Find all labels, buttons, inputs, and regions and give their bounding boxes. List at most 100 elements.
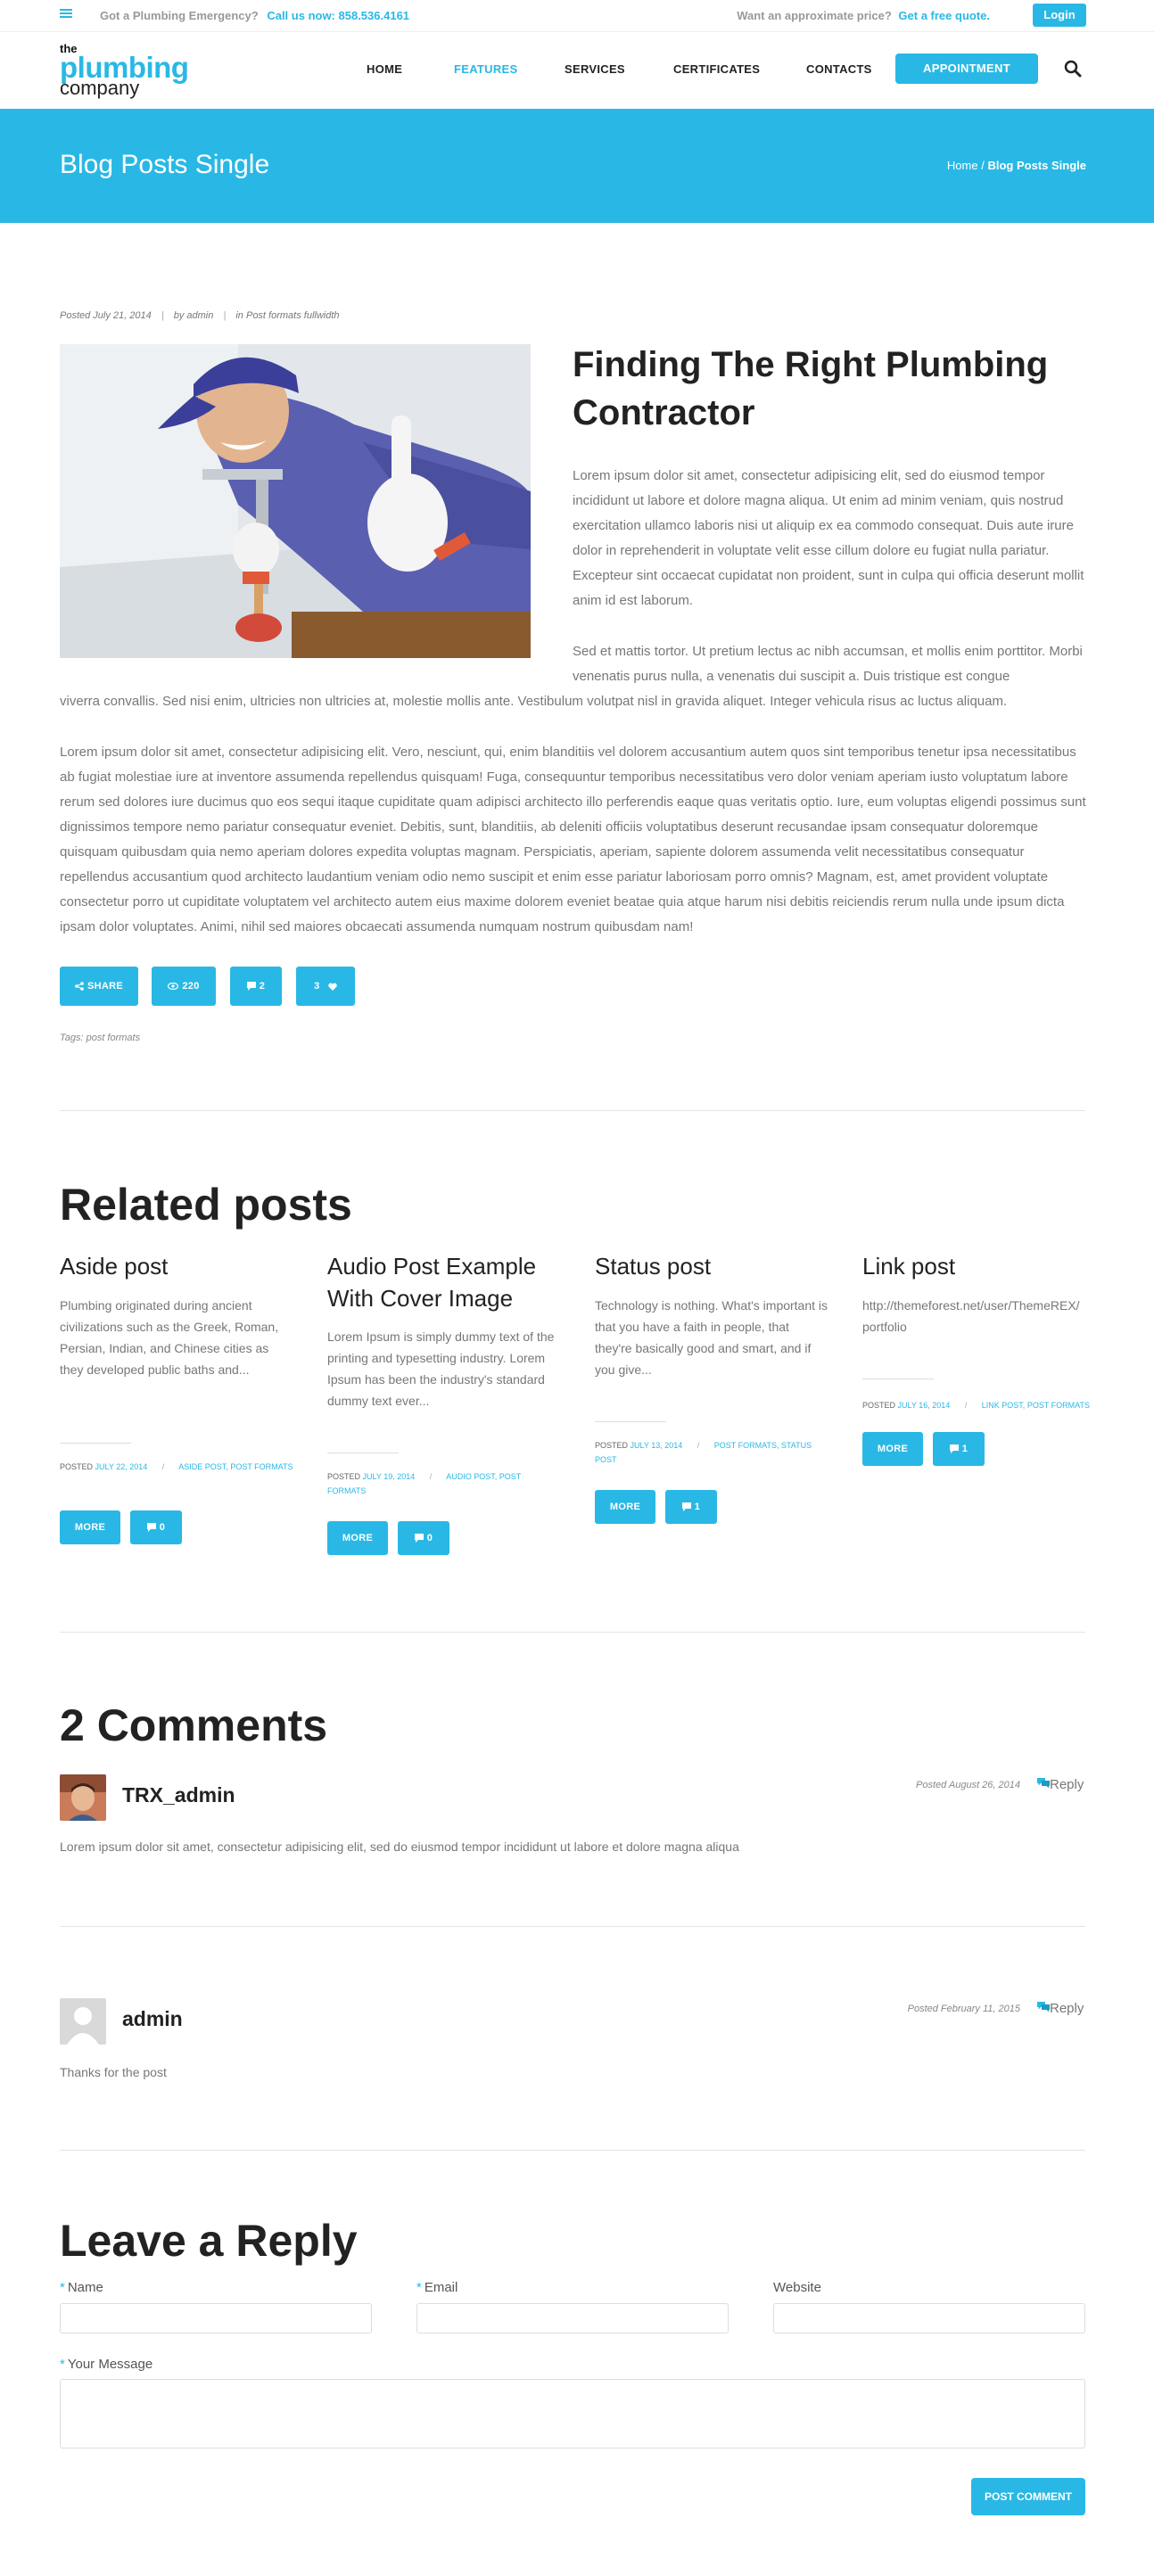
- divider: [60, 2150, 1085, 2151]
- page-title-band: Blog Posts Single Home / Blog Posts Sing…: [0, 109, 1154, 223]
- related-post-date[interactable]: JULY 19, 2014: [363, 1472, 416, 1481]
- related-more-button[interactable]: MORE: [862, 1432, 923, 1466]
- breadcrumb-separator: /: [981, 159, 985, 172]
- comment-icon: [146, 1523, 156, 1533]
- website-label: Website: [773, 2280, 821, 2295]
- divider: [60, 1632, 1085, 1633]
- plumber-illustration: [60, 344, 531, 658]
- related-comments-button[interactable]: 1: [933, 1432, 985, 1466]
- nav-contacts[interactable]: CONTACTS: [806, 62, 872, 76]
- related-post-categories[interactable]: LINK POST, POST FORMATS: [982, 1401, 1090, 1410]
- reply-link[interactable]: Reply: [1037, 2001, 1084, 2016]
- views-count: 220: [182, 981, 200, 992]
- related-post-title[interactable]: Status post: [595, 1250, 828, 1282]
- nav-services[interactable]: SERVICES: [565, 62, 625, 76]
- nav-certificates[interactable]: CERTIFICATES: [673, 62, 760, 76]
- divider: [60, 1926, 1085, 1927]
- comment-author: TRX_admin: [122, 1783, 235, 1806]
- reply-link[interactable]: Reply: [1037, 1777, 1084, 1792]
- comment-text: Thanks for the post: [60, 2065, 167, 2079]
- share-label: SHARE: [87, 981, 123, 992]
- price-info: Want an approximate price? Get a free qu…: [737, 9, 990, 22]
- message-field[interactable]: [60, 2379, 1085, 2448]
- post-meta: Posted July 21, 2014 | by admin | in Pos…: [60, 310, 340, 321]
- views-button[interactable]: 220: [152, 967, 216, 1006]
- related-post-date[interactable]: JULY 22, 2014: [95, 1462, 148, 1471]
- reply-label: Reply: [1050, 2001, 1084, 2016]
- comment-icon: [246, 982, 256, 992]
- post-author[interactable]: by admin: [174, 310, 214, 321]
- related-comments-button[interactable]: 1: [665, 1490, 717, 1524]
- post-comment-button[interactable]: POST COMMENT: [971, 2478, 1085, 2515]
- related-post-title[interactable]: Aside post: [60, 1250, 292, 1282]
- related-more-button[interactable]: MORE: [595, 1490, 655, 1524]
- nav-features[interactable]: FEATURES: [454, 62, 518, 76]
- share-button[interactable]: SHARE: [60, 967, 138, 1006]
- website-field[interactable]: [773, 2303, 1085, 2333]
- phone-link[interactable]: Call us now: 858.536.4161: [267, 9, 409, 22]
- comments-heading: 2 Comments: [60, 1700, 328, 1750]
- related-post-meta: POSTED JULY 19, 2014 / AUDIO POST, POST …: [327, 1472, 522, 1495]
- tags-label: Tags:: [60, 1033, 84, 1043]
- appointment-button[interactable]: APPOINTMENT: [895, 53, 1038, 84]
- likes-count: 3: [314, 981, 320, 992]
- comments-count-button[interactable]: 2: [230, 967, 282, 1006]
- related-post-excerpt: Lorem Ipsum is simply dummy text of the …: [327, 1329, 555, 1408]
- post-paragraph-2a: Sed et mattis tortor. Ut pretium lectus …: [573, 644, 1083, 684]
- related-post-meta: POSTED JULY 13, 2014 / POST FORMATS, STA…: [595, 1441, 812, 1464]
- avatar: [60, 1774, 106, 1821]
- nav-home[interactable]: HOME: [367, 62, 402, 76]
- reply-label: Reply: [1050, 1777, 1084, 1792]
- post-category[interactable]: in Post formats fullwidth: [235, 310, 339, 321]
- related-posts-heading: Related posts: [60, 1180, 352, 1230]
- post-featured-image: [60, 344, 531, 658]
- related-comments-count: 0: [426, 1533, 433, 1543]
- name-label: * Name: [60, 2280, 103, 2295]
- related-more-button[interactable]: MORE: [327, 1521, 388, 1555]
- comment-text: Lorem ipsum dolor sit amet, consectetur …: [60, 1839, 739, 1854]
- related-comments-button[interactable]: 0: [398, 1521, 449, 1555]
- related-post-categories[interactable]: POST FORMATS, STATUS POST: [595, 1441, 812, 1464]
- likes-button[interactable]: 3: [296, 967, 355, 1006]
- related-comments-count: 1: [961, 1444, 969, 1454]
- comment-icon: [681, 1502, 691, 1512]
- related-post-excerpt[interactable]: http://themeforest.net/user/ThemeREX/por…: [862, 1295, 1085, 1337]
- email-field[interactable]: [416, 2303, 729, 2333]
- comment-date: Posted February 11, 2015: [907, 2004, 1020, 2014]
- posted-label: POSTED: [60, 1462, 94, 1471]
- post-tags: Tags: post formats: [60, 1033, 140, 1043]
- top-bar: Got a Plumbing Emergency? Call us now: 8…: [0, 0, 1154, 32]
- site-logo[interactable]: the plumbing company: [60, 43, 189, 98]
- menu-icon[interactable]: [60, 7, 72, 24]
- related-comments-count: 0: [159, 1522, 166, 1533]
- free-quote-link[interactable]: Get a free quote.: [898, 9, 990, 22]
- page-title: Blog Posts Single: [60, 150, 270, 179]
- related-post-date[interactable]: JULY 13, 2014: [631, 1441, 683, 1450]
- related-post-date[interactable]: JULY 16, 2014: [898, 1401, 951, 1410]
- email-label: * Email: [416, 2280, 458, 2295]
- related-comments-count: 1: [694, 1502, 701, 1512]
- breadcrumb: Home / Blog Posts Single: [947, 159, 1086, 172]
- reply-icon: [1037, 2002, 1050, 2012]
- avatar: [60, 1998, 106, 2045]
- post-paragraph-1: Lorem ipsum dolor sit amet, consectetur …: [573, 468, 1084, 608]
- posted-label: POSTED: [595, 1441, 629, 1450]
- search-icon[interactable]: [1063, 59, 1083, 78]
- leave-reply-heading: Leave a Reply: [60, 2216, 358, 2266]
- emergency-text: Got a Plumbing Emergency?: [100, 9, 259, 22]
- related-more-button[interactable]: MORE: [60, 1510, 120, 1544]
- share-icon: [75, 982, 84, 991]
- posted-label: POSTED: [862, 1401, 896, 1410]
- breadcrumb-home[interactable]: Home: [947, 159, 978, 172]
- related-post-title[interactable]: Link post: [862, 1250, 1085, 1282]
- tag-link[interactable]: post formats: [87, 1033, 141, 1043]
- related-post-excerpt: Technology is nothing. What's important …: [595, 1298, 828, 1377]
- related-post-title[interactable]: Audio Post Example With Cover Image: [327, 1250, 561, 1314]
- login-button[interactable]: Login: [1033, 4, 1086, 27]
- related-post-rule: [595, 1421, 666, 1422]
- name-field[interactable]: [60, 2303, 372, 2333]
- related-post-categories[interactable]: ASIDE POST, POST FORMATS: [178, 1462, 293, 1471]
- message-label: * Your Message: [60, 2357, 153, 2372]
- emergency-info: Got a Plumbing Emergency? Call us now: 8…: [100, 9, 409, 22]
- related-comments-button[interactable]: 0: [130, 1510, 182, 1544]
